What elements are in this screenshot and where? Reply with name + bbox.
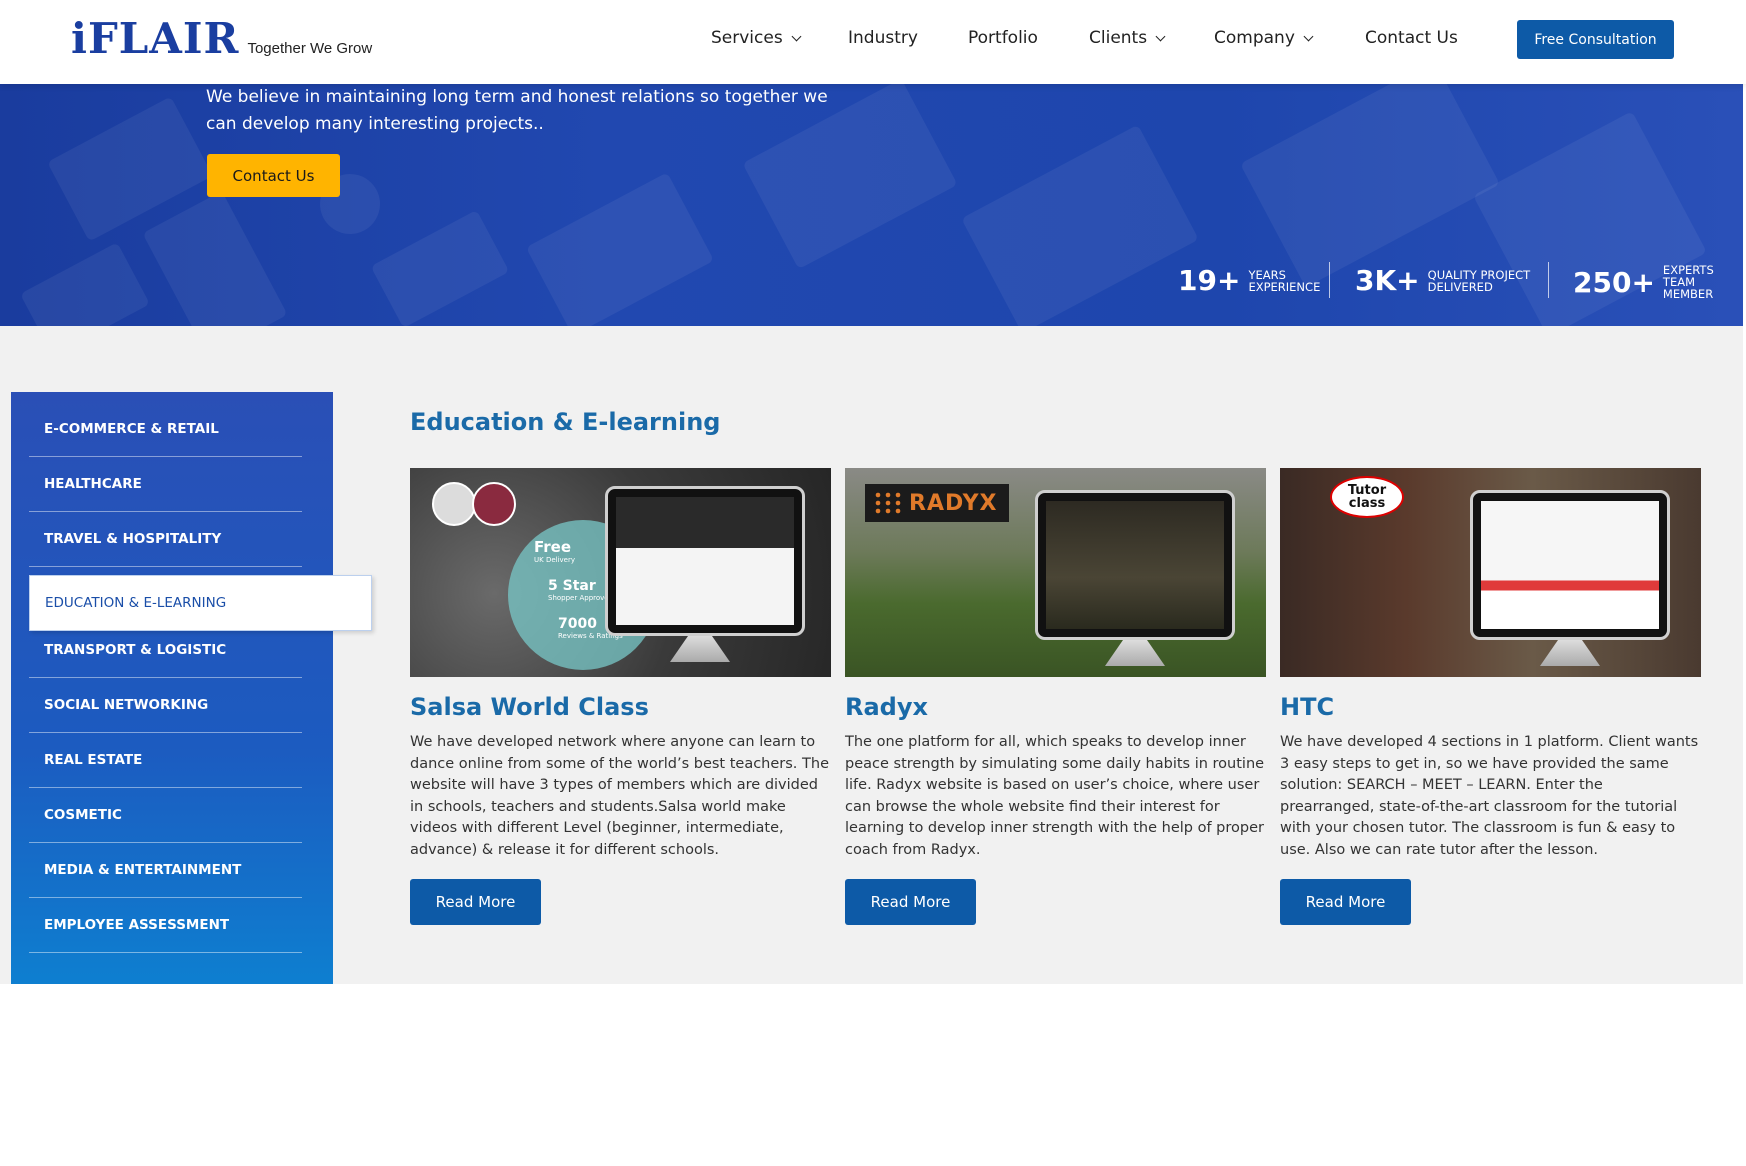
project-image-htc[interactable]: Tutor class — [1280, 468, 1701, 677]
project-title: HTC — [1280, 693, 1335, 721]
stat-years-experience: 19+ YEARS EXPERIENCE — [1178, 264, 1320, 297]
hero-banner: We believe in maintaining long term and … — [0, 84, 1743, 326]
sidebar-item-real-estate[interactable]: REAL ESTATE — [29, 733, 302, 788]
project-image-salsa[interactable]: Free UK Delivery 5 Star Shopper Approved… — [410, 468, 831, 677]
monitor-stand — [1540, 640, 1600, 666]
nav-contact-us-label: Contact Us — [1365, 28, 1458, 48]
nav-clients[interactable]: Clients — [1089, 28, 1166, 48]
nav-services[interactable]: Services — [711, 28, 802, 48]
nav-services-label: Services — [711, 28, 783, 48]
tutor-class-logo: Tutor class — [1330, 476, 1404, 518]
read-more-button-htc[interactable]: Read More — [1280, 879, 1411, 925]
monitor-illustration — [1035, 490, 1235, 640]
stat-label: QUALITY PROJECT DELIVERED — [1428, 269, 1531, 293]
stat-value: 3K+ — [1355, 264, 1420, 297]
monitor-illustration — [1470, 490, 1670, 640]
stat-value: 19+ — [1178, 264, 1241, 297]
sidebar-item-healthcare[interactable]: HEALTHCARE — [29, 457, 302, 512]
stat-divider — [1548, 262, 1549, 298]
project-card-radyx: RADYX Radyx The one platform for all, wh… — [845, 468, 1266, 862]
nav-clients-label: Clients — [1089, 28, 1148, 48]
hero-description: We believe in maintaining long term and … — [206, 87, 828, 134]
free-consultation-button[interactable]: Free Consultation — [1517, 20, 1674, 59]
project-title: Radyx — [845, 693, 928, 721]
project-card-salsa: Free UK Delivery 5 Star Shopper Approved… — [410, 468, 831, 862]
project-description: We have developed network where anyone c… — [410, 734, 829, 858]
sidebar-item-ecommerce-retail[interactable]: E-COMMERCE & RETAIL — [29, 402, 302, 457]
stat-label-line2: EXPERIENCE — [1248, 279, 1321, 294]
chevron-down-icon — [1155, 31, 1166, 41]
logo-wordmark: iFLAIR — [71, 14, 240, 63]
nav-company-label: Company — [1214, 28, 1295, 48]
chevron-down-icon — [791, 31, 802, 41]
nav-industry[interactable]: Industry — [848, 28, 918, 48]
project-description: We have developed 4 sections in 1 platfo… — [1280, 734, 1699, 858]
nav-company[interactable]: Company — [1214, 28, 1314, 48]
radyx-dots-icon — [873, 491, 903, 515]
sidebar-item-employee-assessment[interactable]: EMPLOYEE ASSESSMENT — [29, 898, 302, 953]
project-description: The one platform for all, which speaks t… — [845, 734, 1265, 858]
read-more-button-salsa[interactable]: Read More — [410, 879, 541, 925]
project-title: Salsa World Class — [410, 693, 649, 721]
read-more-button-radyx[interactable]: Read More — [845, 879, 976, 925]
logo-tagline: Together We Grow — [247, 40, 373, 57]
monitor-stand — [670, 636, 730, 662]
stat-divider — [1329, 262, 1330, 298]
radyx-logo: RADYX — [865, 484, 1009, 522]
industry-sidebar: E-COMMERCE & RETAIL HEALTHCARE TRAVEL & … — [11, 392, 372, 984]
stat-label: EXPERTS TEAM MEMBER — [1663, 264, 1743, 300]
section-title: Education & E-learning — [410, 408, 721, 436]
nav-contact-us[interactable]: Contact Us — [1365, 28, 1458, 48]
hero-contact-us-button[interactable]: Contact Us — [207, 154, 340, 197]
industry-section: E-COMMERCE & RETAIL HEALTHCARE TRAVEL & … — [0, 326, 1743, 984]
radyx-logo-text: RADYX — [909, 490, 998, 516]
stat-team-members: 250+ EXPERTS TEAM MEMBER — [1573, 264, 1743, 300]
stat-label-line2: DELIVERED — [1427, 279, 1493, 294]
sidebar-item-travel-hospitality[interactable]: TRAVEL & HOSPITALITY — [29, 512, 302, 567]
sidebar-item-cosmetic[interactable]: COSMETIC — [29, 788, 302, 843]
chevron-down-icon — [1303, 31, 1314, 41]
sidebar-item-transport-logistic[interactable]: TRANSPORT & LOGISTIC — [29, 623, 302, 678]
award-badge-icon — [472, 482, 516, 526]
project-card-htc: Tutor class HTC We have developed 4 sect… — [1280, 468, 1701, 862]
stat-projects-delivered: 3K+ QUALITY PROJECT DELIVERED — [1355, 264, 1530, 297]
monitor-stand — [1105, 640, 1165, 666]
monitor-illustration — [605, 486, 805, 636]
stat-label-line2: TEAM MEMBER — [1662, 275, 1714, 301]
sidebar-item-media-entertainment[interactable]: MEDIA & ENTERTAINMENT — [29, 843, 302, 898]
stat-value: 250+ — [1573, 265, 1655, 299]
nav-portfolio-label: Portfolio — [968, 28, 1038, 48]
logo[interactable]: iFLAIR Together We Grow — [71, 18, 372, 60]
tutor-class-logo-text: Tutor class — [1347, 483, 1387, 511]
nav-portfolio[interactable]: Portfolio — [968, 28, 1038, 48]
project-image-radyx[interactable]: RADYX — [845, 468, 1266, 677]
sidebar-item-social-networking[interactable]: SOCIAL NETWORKING — [29, 678, 302, 733]
site-header: iFLAIR Together We Grow Services Industr… — [0, 0, 1746, 84]
stat-label: YEARS EXPERIENCE — [1248, 269, 1320, 293]
award-badge-icon — [432, 482, 476, 526]
nav-industry-label: Industry — [848, 28, 918, 48]
